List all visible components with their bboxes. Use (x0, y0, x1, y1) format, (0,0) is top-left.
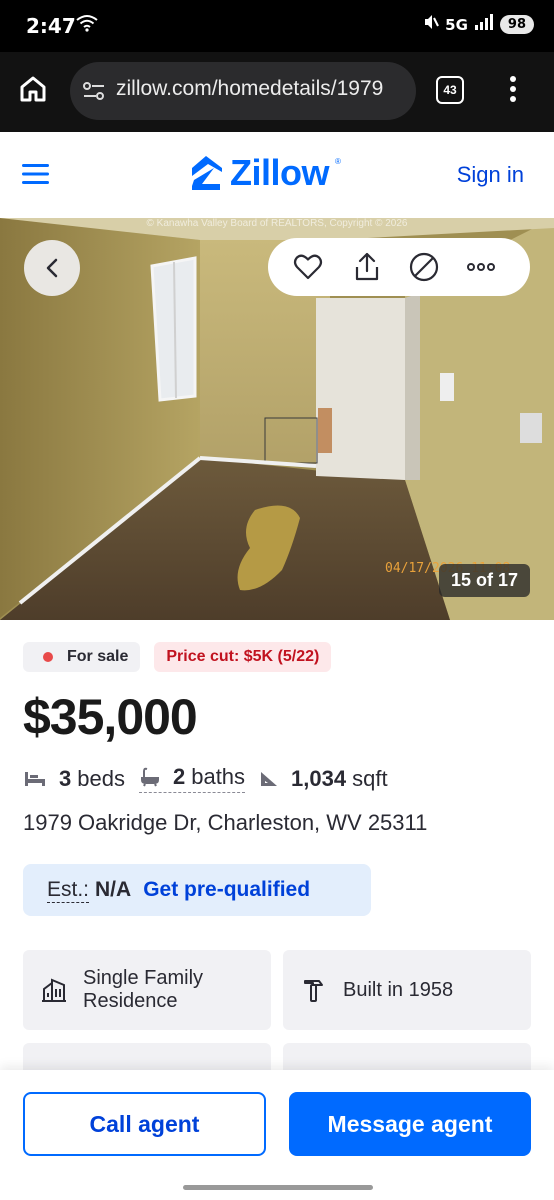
logo-text: Zillow (230, 152, 330, 193)
status-time: 2:47 (26, 14, 76, 38)
contact-bar: Call agent Message agent (0, 1070, 554, 1200)
home-icon[interactable] (18, 74, 54, 110)
estimate-value: N/A (95, 878, 132, 901)
sqft-label: sqft (352, 765, 388, 791)
network-label: 5G (445, 15, 468, 34)
address-bar[interactable]: zillow.com/homedetails/1979 (70, 62, 416, 120)
tab-switcher-button[interactable]: 43 (436, 76, 464, 104)
status-badge: For sale (23, 642, 141, 672)
beds-label: beds (77, 765, 125, 791)
url-text: zillow.com/homedetails/1979 (116, 77, 384, 100)
message-agent-button[interactable]: Message agent (289, 1092, 531, 1156)
bed-icon (25, 771, 45, 786)
signal-icon (474, 14, 494, 35)
hide-icon[interactable] (408, 251, 440, 283)
back-button[interactable] (24, 240, 80, 296)
home-type-text: Single Family Residence (83, 967, 204, 1012)
wifi-icon (76, 14, 98, 37)
browser-toolbar: zillow.com/homedetails/1979 43 (0, 52, 554, 132)
year-built-card: Built in 1958 (283, 950, 531, 1030)
home-facts: 3 beds 2 baths 1,034 sqft (23, 764, 402, 793)
registered-mark: ® (335, 156, 341, 166)
price-cut-badge: Price cut: $5K (5/22) (154, 642, 332, 672)
mute-icon (423, 13, 440, 36)
estimate-box: Est.: N/A Get pre-qualified (23, 864, 371, 916)
baths-count: 2 (172, 764, 186, 789)
site-header: Zillow ® Sign in (0, 132, 554, 218)
battery-level: 98 (499, 15, 534, 34)
listing-photo[interactable]: © Kanawha Valley Board of REALTORS, Copy… (0, 218, 554, 620)
hammer-icon (304, 980, 323, 1002)
more-vert-icon[interactable] (508, 74, 528, 110)
sqft-count: 1,034 (291, 765, 347, 791)
status-badge-label: For sale (67, 648, 129, 665)
listing-badges: For sale Price cut: $5K (5/22) (23, 642, 332, 672)
baths-fact[interactable]: 2 baths (138, 764, 246, 793)
call-agent-button[interactable]: Call agent (23, 1092, 266, 1156)
site-settings-icon[interactable] (82, 80, 106, 107)
photo-copyright: © Kanawha Valley Board of REALTORS, Copy… (146, 218, 408, 229)
status-bar: 2:47 5G 98 (0, 0, 554, 52)
status-dot (43, 652, 53, 662)
beds-count: 3 (59, 765, 72, 791)
photo-actions (268, 238, 530, 296)
listing-price: $35,000 (23, 689, 198, 745)
get-prequalified-link[interactable]: Get pre-qualified (143, 878, 310, 902)
listing-address: 1979 Oakridge Dr, Charleston, WV 25311 (23, 810, 428, 835)
share-icon[interactable] (351, 251, 383, 283)
chevron-left-icon (46, 258, 58, 278)
sign-in-link[interactable]: Sign in (457, 162, 524, 188)
beds-fact: 3 beds (23, 766, 125, 792)
zillow-logo[interactable]: Zillow ® (188, 152, 341, 194)
zillow-logo-icon (192, 156, 222, 190)
gesture-handle[interactable] (183, 1185, 373, 1190)
year-built-text: Built in 1958 (343, 978, 454, 1001)
photo-counter: 15 of 17 (438, 564, 530, 597)
heart-icon[interactable] (292, 251, 324, 283)
more-horiz-icon[interactable] (465, 251, 497, 283)
hamburger-menu-icon[interactable] (22, 162, 50, 186)
sqft-fact: 1,034 sqft (259, 766, 388, 792)
ruler-triangle-icon (261, 771, 278, 786)
building-icon (42, 978, 66, 1002)
status-indicators: 5G 98 (423, 13, 534, 36)
estimate-label[interactable]: Est.: (47, 878, 90, 903)
home-type-card: Single Family Residence (23, 950, 271, 1030)
bath-icon (140, 767, 159, 787)
baths-label: baths (191, 764, 246, 789)
